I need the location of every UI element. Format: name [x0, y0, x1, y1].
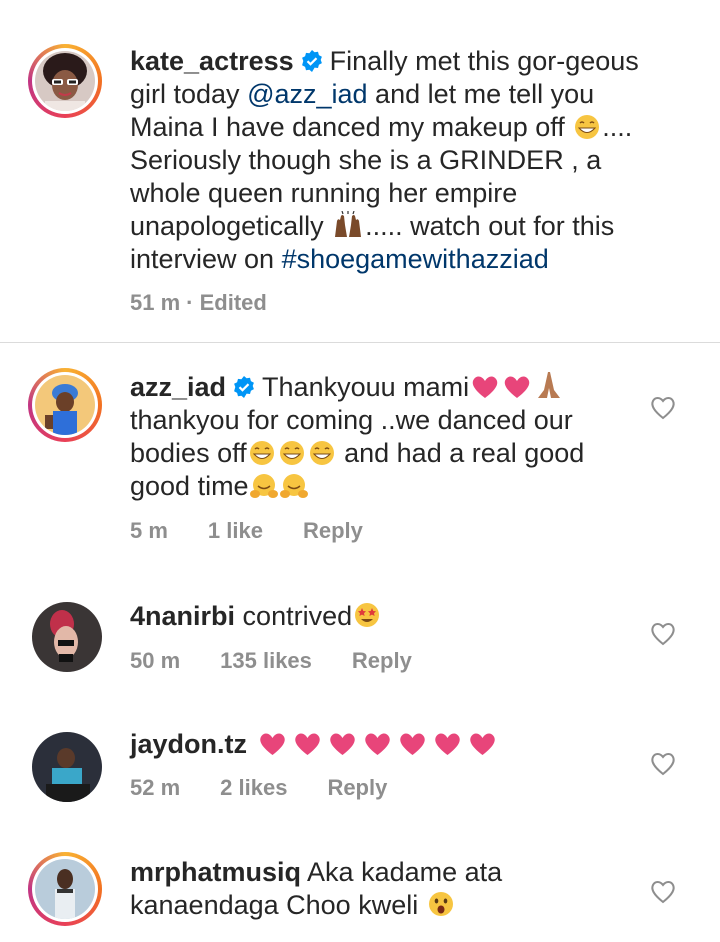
comment-text: Thankyouu mami: [262, 372, 470, 402]
hashtag-link[interactable]: #shoegamewithazziad: [282, 244, 549, 274]
heart-outline-icon[interactable]: [650, 396, 676, 420]
username[interactable]: kate_actress: [130, 46, 294, 76]
edited-label: · Edited: [186, 290, 267, 315]
heart-emoji: [294, 733, 320, 755]
hearts-emoji-row: [255, 729, 500, 759]
comment-time: 5 m: [130, 518, 168, 543]
reply-button[interactable]: Reply: [327, 775, 387, 800]
heart-emoji: [399, 733, 425, 755]
mention-link[interactable]: @azz_iad: [247, 79, 367, 109]
star-struck-emoji: [355, 603, 380, 627]
comment-body: 4nanirbi contrived: [130, 600, 650, 633]
username[interactable]: jaydon.tz: [130, 729, 247, 759]
avatar[interactable]: [32, 602, 102, 672]
raised-hands-emoji: [335, 211, 362, 237]
comment-body: kate_actress Finally met this gor-geous g…: [130, 45, 650, 276]
surprised-emoji: [428, 892, 453, 916]
comment-time: 50 m: [130, 648, 181, 673]
reply-button[interactable]: Reply: [303, 518, 363, 543]
hugging-emoji: [279, 474, 308, 498]
likes-count[interactable]: 135 likes: [220, 648, 312, 673]
comment-body: jaydon.tz: [130, 728, 650, 761]
verified-badge-icon: [301, 50, 322, 72]
likes-count[interactable]: 1 like: [208, 518, 263, 543]
folded-hands-emoji: [538, 372, 561, 398]
username[interactable]: azz_iad: [130, 372, 226, 402]
comment-meta: 51 m · Edited: [130, 290, 307, 316]
grinning-emoji: [279, 441, 304, 465]
comment-body: mrphatmusiq Aka kadame ata kanaendaga Ch…: [130, 856, 650, 922]
grinning-emoji: [309, 441, 334, 465]
comment-meta: 52 m 2 likes Reply: [130, 775, 427, 801]
comment-body: azz_iad Thankyouu mami thankyou for coming…: [130, 370, 650, 503]
heart-outline-icon[interactable]: [650, 752, 676, 776]
avatar[interactable]: [28, 368, 102, 442]
username[interactable]: 4nanirbi: [130, 601, 235, 631]
comment-time: 52 m: [130, 775, 181, 800]
avatar[interactable]: [28, 44, 102, 118]
heart-emoji: [469, 733, 495, 755]
heart-outline-icon[interactable]: [650, 880, 676, 904]
heart-emoji: [329, 733, 355, 755]
divider: [0, 342, 720, 343]
heart-emoji: [472, 376, 498, 398]
avatar[interactable]: [32, 732, 102, 802]
hugging-emoji: [249, 474, 278, 498]
heart-outline-icon[interactable]: [650, 622, 676, 646]
heart-emoji: [364, 733, 390, 755]
heart-emoji: [434, 733, 460, 755]
verified-badge-icon: [234, 376, 254, 398]
comment-text: contrived: [242, 601, 353, 631]
grinning-emoji: [249, 441, 274, 465]
comment-time: 51 m: [130, 290, 181, 315]
grinning-emoji: [575, 115, 600, 139]
reply-button[interactable]: Reply: [352, 648, 412, 673]
username[interactable]: mrphatmusiq: [130, 857, 301, 887]
comment-meta: 5 m 1 like Reply: [130, 518, 403, 544]
comment-meta: 50 m 135 likes Reply: [130, 648, 452, 674]
heart-emoji: [259, 733, 285, 755]
avatar[interactable]: [28, 852, 102, 926]
likes-count[interactable]: 2 likes: [220, 775, 287, 800]
heart-emoji: [504, 376, 530, 398]
